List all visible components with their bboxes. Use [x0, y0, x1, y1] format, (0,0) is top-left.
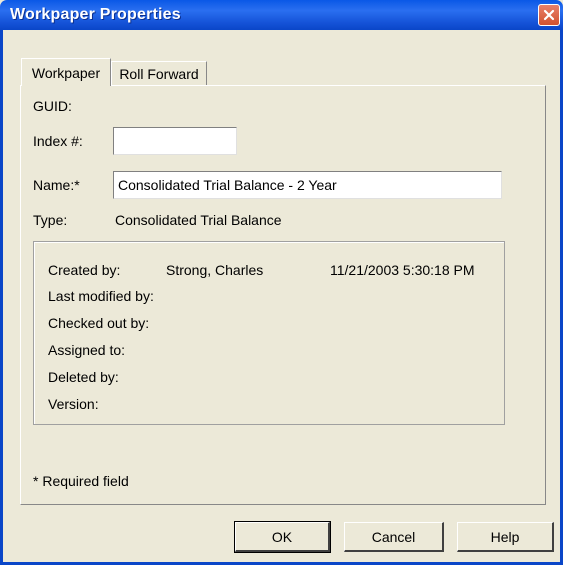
checked-out-label: Checked out by:: [48, 315, 150, 331]
cancel-button[interactable]: Cancel: [344, 522, 444, 552]
index-label: Index #:: [33, 133, 83, 149]
assigned-to-label: Assigned to:: [48, 342, 126, 358]
window-title: Workpaper Properties: [10, 6, 181, 23]
name-input[interactable]: [113, 171, 502, 199]
tab-workpaper[interactable]: Workpaper: [21, 58, 111, 86]
created-by-name: Strong, Charles: [166, 262, 264, 278]
created-by-date: 11/21/2003 5:30:18 PM: [330, 262, 475, 278]
close-icon: [543, 9, 555, 21]
last-modified-label: Last modified by:: [48, 288, 154, 304]
guid-label: GUID:: [33, 98, 72, 114]
ok-button[interactable]: OK: [234, 521, 331, 553]
index-input[interactable]: [113, 127, 237, 155]
deleted-by-label: Deleted by:: [48, 369, 119, 385]
required-field-note: * Required field: [33, 473, 129, 489]
created-by-label: Created by:: [48, 262, 121, 278]
type-label: Type:: [33, 212, 68, 228]
tab-roll-forward[interactable]: Roll Forward: [111, 61, 207, 85]
name-label: Name:*: [33, 177, 80, 193]
title-bar[interactable]: Workpaper Properties: [0, 0, 563, 30]
tab-workpaper-label: Workpaper: [31, 65, 101, 81]
close-button[interactable]: [538, 4, 560, 26]
version-label: Version:: [48, 396, 99, 412]
help-button[interactable]: Help: [457, 522, 554, 552]
tab-roll-forward-label: Roll Forward: [119, 66, 199, 82]
type-value: Consolidated Trial Balance: [115, 212, 282, 228]
